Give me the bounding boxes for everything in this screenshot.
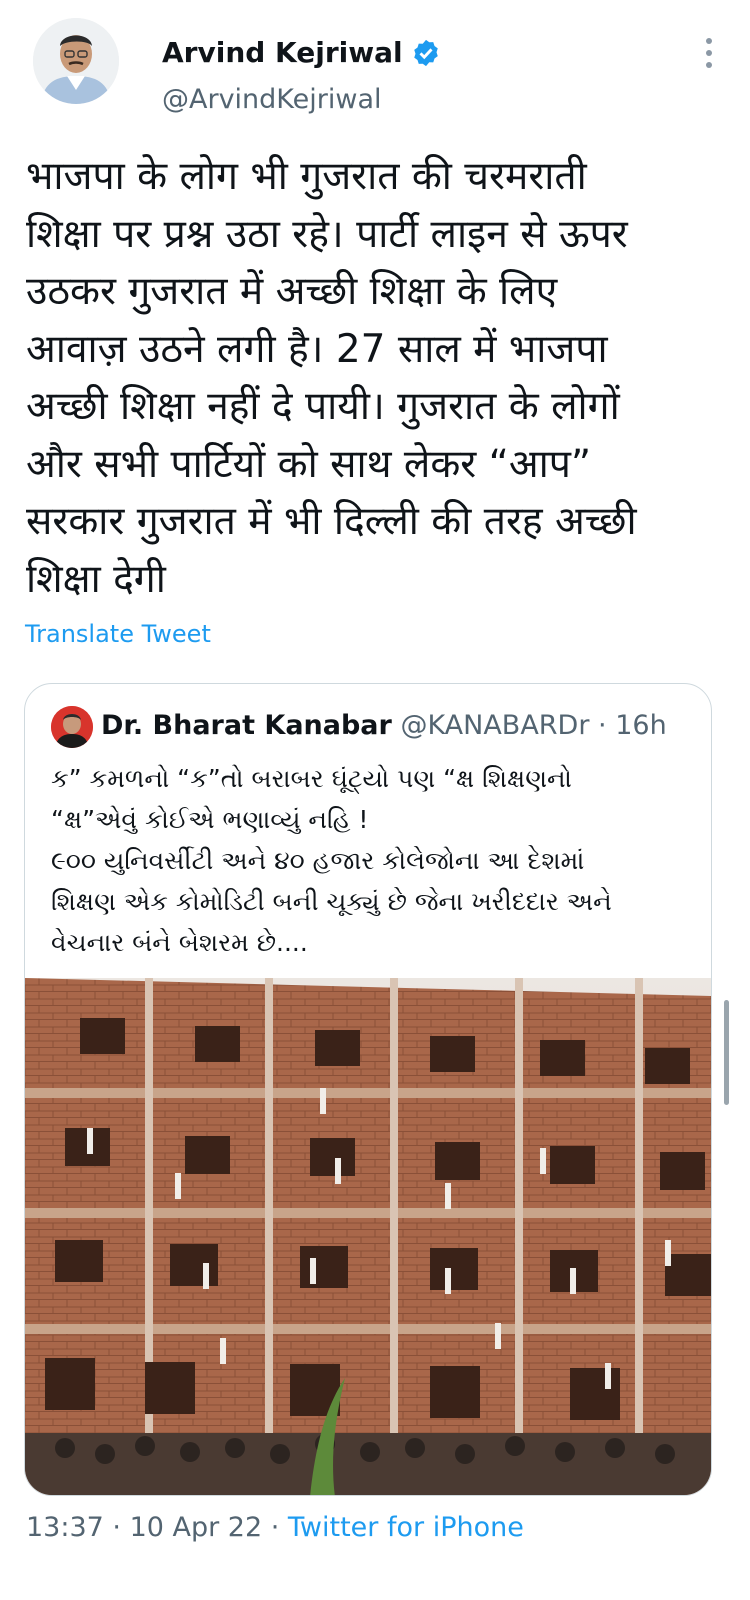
translate-tweet-link[interactable]: Translate Tweet <box>25 620 211 648</box>
verified-badge-icon <box>413 39 438 66</box>
tweet-date[interactable]: 10 Apr 22 <box>130 1512 263 1543</box>
quoted-text: ક” કમળનો “ક”તો બરાબર ઘૂંટ્યો પણ “ક્ષ શિક… <box>51 764 612 957</box>
footer-separator: · <box>103 1512 130 1543</box>
quoted-author-name[interactable]: Dr. Bharat Kanabar <box>101 710 392 741</box>
author-name-row[interactable]: Arvind Kejriwal <box>162 36 441 69</box>
tweet-source-link[interactable]: Twitter for iPhone <box>288 1512 524 1543</box>
tweet-footer: 13:37 · 10 Apr 22 · Twitter for iPhone <box>26 1512 524 1543</box>
author-name[interactable]: Arvind Kejriwal <box>162 36 403 69</box>
author-avatar[interactable] <box>33 18 119 104</box>
more-vertical-icon[interactable] <box>702 38 716 68</box>
quoted-photo[interactable] <box>25 978 712 1496</box>
quoted-author-avatar[interactable] <box>51 706 93 748</box>
quoted-author-handle[interactable]: @KANABARDr <box>400 710 589 741</box>
quoted-header: Dr. Bharat Kanabar @KANABARDr · 16h <box>101 710 667 741</box>
tweet-time[interactable]: 13:37 <box>26 1512 104 1543</box>
scrollbar-thumb[interactable] <box>724 1000 729 1105</box>
footer-separator: · <box>262 1512 288 1543</box>
quoted-age: · 16h <box>598 710 667 741</box>
tweet-text: भाजपा के लोग भी गुजरात की चरमराती शिक्षा… <box>26 154 637 602</box>
quoted-tweet[interactable]: Dr. Bharat Kanabar @KANABARDr · 16h ક” ક… <box>24 683 712 1496</box>
author-handle[interactable]: @ArvindKejriwal <box>162 84 382 115</box>
